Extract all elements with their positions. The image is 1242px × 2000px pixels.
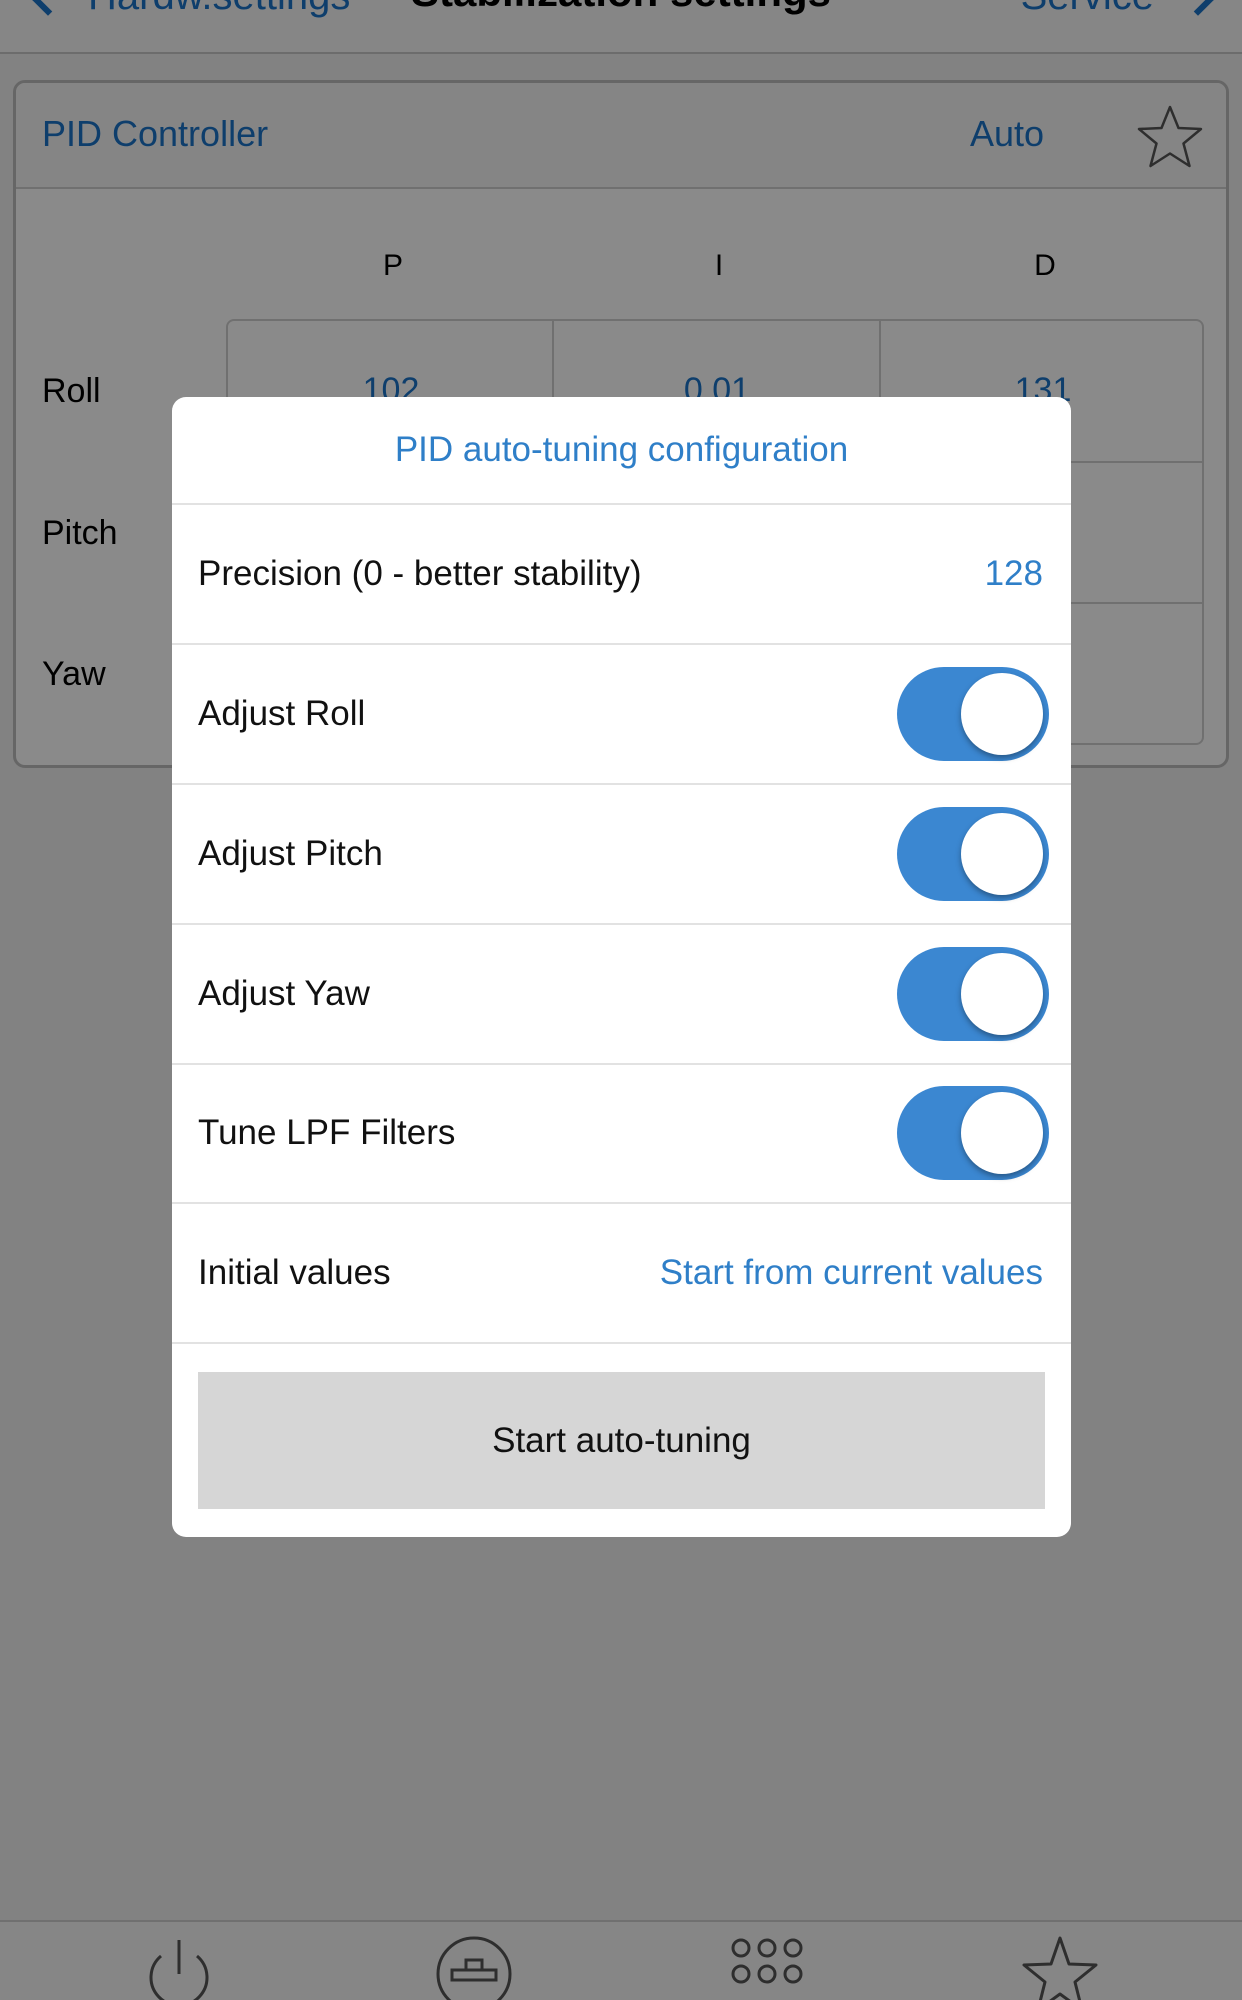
- adjust-roll-toggle[interactable]: [897, 667, 1049, 761]
- tune-lpf-row: Tune LPF Filters: [172, 1064, 1071, 1204]
- precision-value[interactable]: 128: [985, 505, 1043, 643]
- toggle-knob: [961, 1092, 1043, 1174]
- initial-values-row[interactable]: Initial values Start from current values: [172, 1204, 1071, 1344]
- auto-tuning-dialog: PID auto-tuning configuration Precision …: [172, 397, 1071, 1537]
- tune-lpf-label: Tune LPF Filters: [198, 1113, 456, 1152]
- adjust-yaw-label: Adjust Yaw: [198, 974, 370, 1013]
- adjust-roll-label: Adjust Roll: [198, 694, 366, 733]
- initial-values-label: Initial values: [198, 1253, 391, 1292]
- adjust-yaw-toggle[interactable]: [897, 947, 1049, 1041]
- toggle-knob: [961, 953, 1043, 1035]
- adjust-pitch-label: Adjust Pitch: [198, 834, 383, 873]
- adjust-yaw-row: Adjust Yaw: [172, 925, 1071, 1065]
- toggle-knob: [961, 673, 1043, 755]
- initial-values-value[interactable]: Start from current values: [660, 1204, 1043, 1342]
- precision-row[interactable]: Precision (0 - better stability) 128: [172, 505, 1071, 645]
- adjust-pitch-toggle[interactable]: [897, 807, 1049, 901]
- adjust-pitch-row: Adjust Pitch: [172, 785, 1071, 925]
- tune-lpf-toggle[interactable]: [897, 1086, 1049, 1180]
- precision-label: Precision (0 - better stability): [198, 554, 642, 593]
- adjust-roll-row: Adjust Roll: [172, 645, 1071, 785]
- toggle-knob: [961, 813, 1043, 895]
- start-auto-tuning-button[interactable]: Start auto-tuning: [198, 1372, 1045, 1509]
- dialog-title: PID auto-tuning configuration: [172, 397, 1071, 505]
